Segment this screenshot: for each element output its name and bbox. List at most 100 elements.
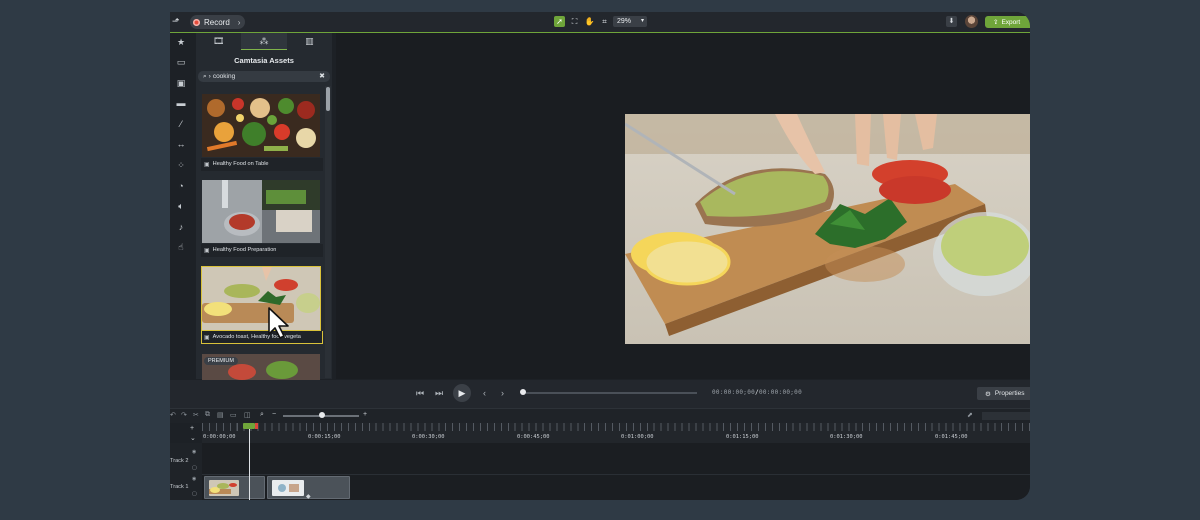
media-icon[interactable]: ▭ bbox=[174, 55, 188, 69]
asset-search-input[interactable]: ⌕ › cooking ✖ bbox=[198, 71, 330, 82]
playhead-line bbox=[249, 429, 250, 500]
clip-audio-icon: ◆ bbox=[306, 494, 311, 500]
detach-icon[interactable]: ⬈ bbox=[967, 411, 973, 419]
asset-item[interactable]: PREMIUM bbox=[201, 353, 321, 381]
ruler-label: 0:01:00;00 bbox=[621, 434, 654, 440]
pan-hand-icon[interactable]: ✋ bbox=[584, 16, 595, 27]
animations-icon[interactable]: ↔ bbox=[174, 137, 188, 151]
record-label: Record bbox=[204, 17, 230, 27]
ruler-label: 0:01:15;00 bbox=[726, 434, 759, 440]
cut-icon[interactable]: ✂ bbox=[193, 411, 199, 419]
zoom-out-icon[interactable]: − bbox=[272, 411, 276, 418]
download-button[interactable]: ⬇ bbox=[946, 16, 957, 27]
panel-scrollbar-track[interactable] bbox=[325, 86, 331, 378]
record-button[interactable]: Record › bbox=[190, 15, 246, 29]
clear-search-icon[interactable]: ✖ bbox=[319, 71, 325, 82]
previous-icon[interactable]: ‹ bbox=[483, 388, 486, 398]
download-icon: ⬇ bbox=[948, 18, 955, 25]
move-tool-icon[interactable]: ⛶ bbox=[569, 16, 580, 27]
properties-button[interactable]: ⚙ Properties bbox=[977, 387, 1030, 400]
add-track-icon[interactable]: + bbox=[190, 425, 194, 432]
timeline-clip[interactable]: ◆ bbox=[267, 476, 350, 500]
record-icon bbox=[193, 18, 200, 26]
scrub-handle[interactable] bbox=[520, 389, 526, 395]
export-button[interactable]: ⇪ Export bbox=[985, 16, 1030, 28]
timeline-search-field[interactable] bbox=[982, 412, 1030, 420]
premium-badge: PREMIUM bbox=[208, 358, 234, 364]
preview-canvas[interactable] bbox=[625, 114, 1030, 344]
interactivity-icon[interactable]: ☝︎ bbox=[174, 240, 188, 254]
library-icon[interactable]: ▣ bbox=[174, 76, 188, 90]
audio-effects-icon[interactable]: 🔈︎ bbox=[174, 199, 188, 213]
books-icon: ▥ bbox=[305, 36, 314, 46]
split-icon[interactable]: ▭ bbox=[230, 411, 237, 419]
left-tool-rail: ★ ▭ ▣ ▬ ⁄ ↔ ⁘ ◔ 🔈︎ ♪ ☝︎ bbox=[170, 33, 192, 379]
scrub-bar[interactable] bbox=[523, 392, 697, 394]
clip-thumbnail bbox=[272, 480, 304, 496]
assets-panel: 🎞︎ ⁂ ▥ Camtasia Assets ⌕ › cooking ✖ ▣ H… bbox=[196, 33, 332, 381]
next-icon[interactable]: › bbox=[501, 388, 504, 398]
paste-icon[interactable]: ▤ bbox=[217, 411, 224, 419]
behaviors-icon[interactable]: ⁘ bbox=[174, 158, 188, 172]
lock-icon[interactable]: ▢ bbox=[192, 465, 197, 471]
timeline-ruler[interactable]: 0:00:00;00 0:00:15;00 0:00:30;00 0:00:45… bbox=[202, 423, 1030, 444]
tab-assets[interactable]: ⁂ bbox=[241, 33, 287, 50]
film-icon: 🎞︎ bbox=[212, 36, 225, 46]
ruler-label: 0:00:15;00 bbox=[308, 434, 341, 440]
timeline-tracks[interactable]: ◆ bbox=[202, 443, 1030, 500]
asset-thumbnail bbox=[201, 266, 321, 331]
export-icon: ⇪ bbox=[993, 19, 999, 26]
asset-caption-text: Healthy Food Preparation bbox=[212, 247, 277, 253]
eye-icon[interactable]: ◉ bbox=[192, 449, 196, 455]
undo-icon[interactable]: ↶ bbox=[170, 411, 176, 419]
snapshot-icon[interactable]: ◫ bbox=[244, 411, 251, 419]
playback-bar: ⏮ ⏭ ▶ ‹ › 00:00:00;00/00:00:00;00 ⚙ Prop… bbox=[170, 380, 1030, 408]
star-icon[interactable]: ★ bbox=[174, 35, 188, 49]
voice-narration-icon[interactable]: ♪ bbox=[174, 220, 188, 234]
mouse-cursor-icon bbox=[268, 307, 289, 339]
search-separator: › bbox=[208, 73, 211, 80]
timecode-total: 00:00:00;00 bbox=[758, 389, 803, 396]
image-icon: ▣ bbox=[204, 161, 210, 168]
asset-thumbnail bbox=[201, 179, 321, 244]
asset-caption-text: Healthy Food on Table bbox=[212, 161, 269, 167]
redo-icon[interactable]: ↷ bbox=[181, 411, 187, 419]
step-back-icon[interactable]: ⏮ bbox=[416, 388, 424, 399]
annotations-icon[interactable]: ▬ bbox=[174, 96, 188, 110]
step-forward-icon[interactable]: ⏭ bbox=[435, 388, 443, 399]
top-toolbar: ⬏ Record › ➚ ⛶ ✋ ⌗ ⇹ 29% ▾ ⬇ ⇪ Export bbox=[170, 12, 1030, 33]
ruler-label: 0:00:00;00 bbox=[203, 434, 236, 440]
tab-library[interactable]: ▥ bbox=[287, 33, 332, 50]
gear-icon: ⚙ bbox=[985, 390, 991, 398]
crop-tool-icon[interactable]: ⌗ bbox=[599, 16, 610, 27]
cursor-effects-icon[interactable]: ◔ bbox=[174, 179, 188, 193]
asset-item[interactable]: ▣ Healthy Food on Table bbox=[201, 93, 323, 171]
copy-icon[interactable]: ⧉ bbox=[205, 411, 210, 419]
transitions-icon[interactable]: ⁄ bbox=[174, 117, 188, 131]
select-tool-icon[interactable]: ➚ bbox=[554, 16, 565, 27]
lane-separator bbox=[202, 474, 1030, 475]
collapse-tracks-icon[interactable]: ⌄ bbox=[190, 434, 196, 442]
lock-icon[interactable]: ▢ bbox=[192, 491, 197, 497]
timeline-toolbar: ↶ ↷ ✂ ⧉ ▤ ▭ ◫ ⌕ − + ⬈ bbox=[170, 408, 1030, 423]
assets-shapes-icon: ⁂ bbox=[259, 35, 269, 46]
asset-item-selected[interactable]: ▣ Avocado toast, Healthy food vegeta bbox=[201, 266, 323, 344]
asset-item[interactable]: ▣ Healthy Food Preparation bbox=[201, 179, 323, 257]
share-icon[interactable]: ⬏ bbox=[172, 16, 180, 27]
tab-media[interactable]: 🎞︎ bbox=[196, 33, 241, 50]
timeline-clip[interactable] bbox=[204, 476, 265, 499]
user-avatar[interactable] bbox=[965, 15, 978, 28]
eye-icon[interactable]: ◉ bbox=[192, 476, 196, 482]
properties-label: Properties bbox=[994, 390, 1025, 397]
panel-scrollbar-thumb[interactable] bbox=[326, 87, 330, 111]
play-button[interactable]: ▶ bbox=[453, 384, 471, 402]
export-label: Export bbox=[1001, 18, 1021, 26]
search-value: cooking bbox=[212, 73, 236, 80]
timeline-zoom-handle[interactable] bbox=[319, 412, 325, 418]
ruler-label: 0:01:45;00 bbox=[935, 434, 968, 440]
preview-area bbox=[336, 33, 1030, 379]
ruler-label: 0:00:45;00 bbox=[517, 434, 550, 440]
zoom-select[interactable]: 29% ▾ bbox=[613, 16, 647, 27]
zoom-in-icon[interactable]: + bbox=[363, 411, 367, 418]
chevron-right-icon: › bbox=[237, 17, 241, 27]
